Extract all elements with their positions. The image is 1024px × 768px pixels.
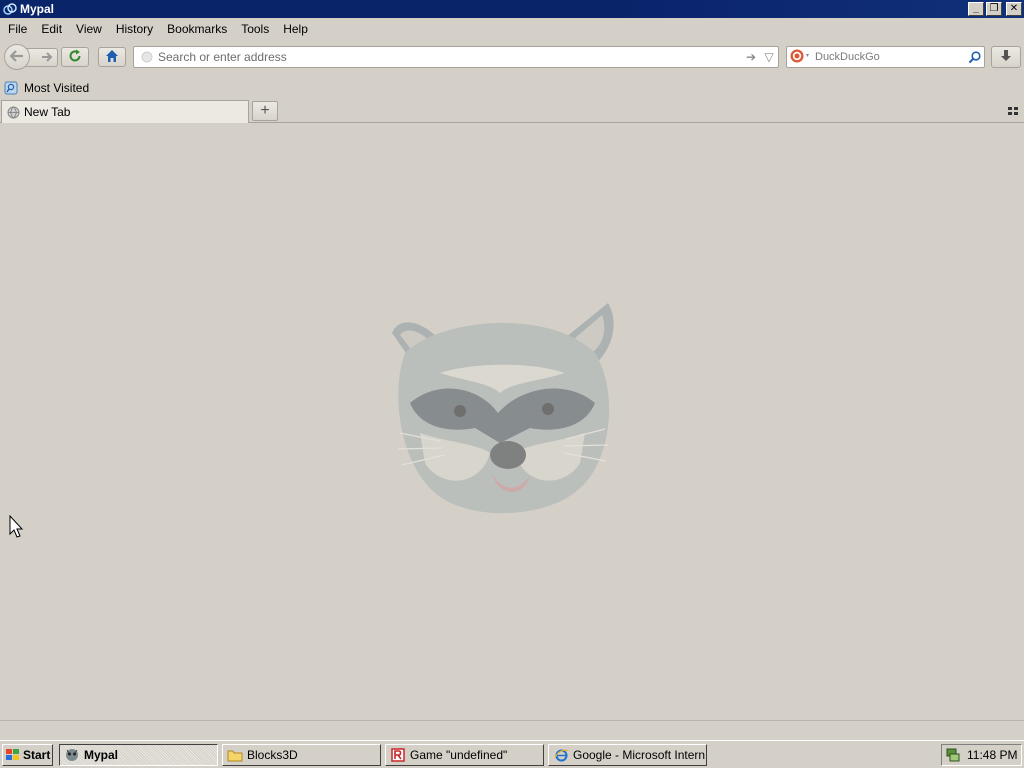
address-input[interactable] <box>158 50 742 64</box>
tab-strip: New Tab + <box>0 99 1024 123</box>
taskbar-item-label: Blocks3D <box>247 748 298 762</box>
tab-globe-icon <box>6 105 20 119</box>
search-engine-selector[interactable] <box>787 49 815 66</box>
roblox-icon <box>390 747 406 763</box>
forward-button[interactable] <box>26 48 58 67</box>
tab-new-tab[interactable]: New Tab <box>1 100 249 123</box>
folder-icon <box>227 747 243 763</box>
navigation-toolbar: ➔ ▽ <box>0 40 1024 74</box>
raccoon-logo <box>380 293 620 523</box>
url-dropdown-icon[interactable]: ▽ <box>760 50 778 64</box>
mypal-app-icon <box>3 2 17 16</box>
taskbar-item-internet-explorer[interactable]: Google - Microsoft Intern... <box>548 744 707 766</box>
home-icon <box>105 49 119 66</box>
windows-logo-icon <box>5 748 21 762</box>
menu-help[interactable]: Help <box>275 22 314 36</box>
minimize-button[interactable]: _ <box>968 2 984 16</box>
reload-icon <box>68 49 82 66</box>
system-tray: 11:48 PM <box>941 744 1022 766</box>
network-icon[interactable] <box>945 747 961 763</box>
forward-arrow-icon <box>41 51 53 65</box>
taskbar: Start Mypal Blocks3D Game "undefined" Go… <box>0 740 1024 768</box>
mypal-icon <box>64 747 80 763</box>
start-button[interactable]: Start <box>2 744 53 766</box>
search-magnifier-icon[interactable] <box>964 50 984 64</box>
page-content[interactable] <box>0 123 1024 720</box>
mouse-cursor-icon <box>9 514 25 539</box>
clock[interactable]: 11:48 PM <box>967 748 1017 762</box>
search-bar[interactable] <box>786 46 985 68</box>
duckduckgo-icon <box>790 49 812 66</box>
download-arrow-icon <box>999 49 1013 66</box>
taskbar-item-game[interactable]: Game "undefined" <box>385 744 544 766</box>
taskbar-item-mypal[interactable]: Mypal <box>59 744 218 766</box>
menu-bookmarks[interactable]: Bookmarks <box>159 22 233 36</box>
window-title: Mypal <box>20 2 55 16</box>
close-button[interactable]: ✕ <box>1006 2 1022 16</box>
window-titlebar[interactable]: Mypal _ ❐ ✕ <box>0 0 1024 18</box>
address-bar[interactable]: ➔ ▽ <box>133 46 779 68</box>
taskbar-item-label: Game "undefined" <box>410 748 508 762</box>
downloads-button[interactable] <box>991 46 1021 68</box>
back-arrow-icon <box>9 49 24 65</box>
home-button[interactable] <box>98 47 126 67</box>
menu-edit[interactable]: Edit <box>33 22 68 36</box>
tab-label: New Tab <box>24 105 71 119</box>
menu-tools[interactable]: Tools <box>233 22 275 36</box>
back-forward-group <box>4 44 58 70</box>
restore-button[interactable]: ❐ <box>986 2 1002 16</box>
new-tab-button[interactable]: + <box>252 101 278 121</box>
ie-icon <box>553 747 569 763</box>
menu-file[interactable]: File <box>0 22 33 36</box>
menu-view[interactable]: View <box>68 22 108 36</box>
most-visited-folder-icon <box>4 81 18 95</box>
go-arrow-icon[interactable]: ➔ <box>742 50 760 64</box>
taskbar-item-blocks3d[interactable]: Blocks3D <box>222 744 381 766</box>
taskbar-item-label: Google - Microsoft Intern... <box>573 748 707 762</box>
most-visited-bookmark[interactable]: Most Visited <box>4 81 89 95</box>
most-visited-label: Most Visited <box>24 81 90 95</box>
site-identity-icon[interactable] <box>140 50 154 64</box>
start-label: Start <box>23 748 51 762</box>
bookmarks-toolbar: Most Visited <box>0 78 1024 98</box>
search-input[interactable] <box>815 51 964 63</box>
status-bar <box>0 720 1024 740</box>
menu-bar: File Edit View History Bookmarks Tools H… <box>0 18 1024 40</box>
menu-history[interactable]: History <box>108 22 159 36</box>
list-all-tabs-icon[interactable] <box>1006 104 1020 118</box>
taskbar-item-label: Mypal <box>84 748 119 762</box>
back-button[interactable] <box>4 44 30 70</box>
reload-button[interactable] <box>61 47 89 67</box>
